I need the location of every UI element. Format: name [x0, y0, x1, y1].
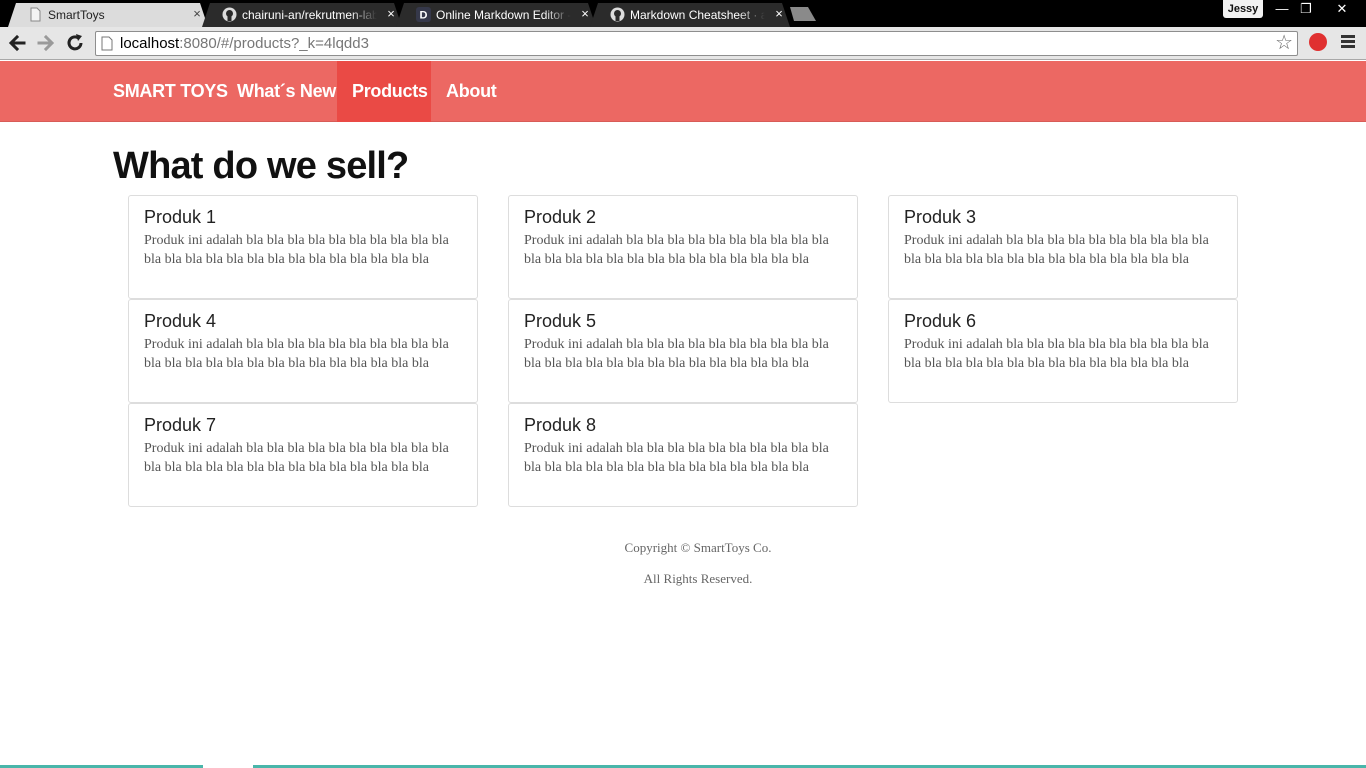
tab-title: Markdown Cheatsheet · adam-p [630, 8, 765, 22]
product-name: Produk 5 [524, 311, 597, 331]
github-icon [222, 7, 237, 22]
product-card[interactable]: Produk 3 Produk ini adalah bla bla bla b… [888, 195, 1238, 299]
github-icon [610, 7, 625, 22]
product-description: Produk ini adalah bla bla bla bla bla bl… [144, 337, 449, 371]
browser-tab-strip: SmartToys × chairuni-an/rekrutmen-lab × … [0, 0, 1366, 27]
browser-tab-dillinger[interactable]: D Online Markdown Editor - Dillinger × [396, 3, 596, 27]
product-description: Produk ini adalah bla bla bla bla bla bl… [904, 337, 1209, 371]
address-bar[interactable]: localhost:8080/#/products?_k=4lqdd3 ☆ [95, 31, 1298, 56]
product-name: Produk 2 [524, 207, 597, 227]
site-navbar: SMART TOYS What´s New Products About [0, 61, 1366, 122]
page-icon [101, 36, 113, 51]
product-card[interactable]: Produk 1 Produk ini adalah bla bla bla b… [128, 195, 478, 299]
browser-tab-markdown-cheatsheet[interactable]: Markdown Cheatsheet · adam-p × [590, 3, 790, 27]
footer-copyright: Copyright © SmartToys Co. [624, 540, 772, 555]
product-name: Produk 1 [144, 207, 217, 227]
tab-title: Online Markdown Editor - Dillinger [436, 8, 571, 22]
product-card[interactable]: Produk 5 Produk ini adalah bla bla bla b… [508, 299, 858, 403]
back-arrow-icon[interactable] [6, 32, 28, 54]
url-text: localhost:8080/#/products?_k=4lqdd3 [120, 36, 369, 52]
product-description: Produk ini adalah bla bla bla bla bla bl… [144, 441, 449, 475]
product-card[interactable]: Produk 7 Produk ini adalah bla bla bla b… [128, 403, 478, 507]
dillinger-icon: D [416, 7, 431, 22]
product-description: Produk ini adalah bla bla bla bla bla bl… [524, 337, 829, 371]
browser-tab-smarttoys[interactable]: SmartToys × [8, 3, 208, 27]
product-description: Produk ini adalah bla bla bla bla bla bl… [144, 233, 449, 267]
browser-toolbar: localhost:8080/#/products?_k=4lqdd3 ☆ [0, 27, 1366, 60]
minimize-icon[interactable]: — [1271, 0, 1293, 18]
product-card[interactable]: Produk 2 Produk ini adalah bla bla bla b… [508, 195, 858, 299]
page-icon [30, 7, 41, 22]
tab-close-icon[interactable]: × [773, 6, 785, 22]
reload-icon[interactable] [64, 32, 86, 54]
product-description: Produk ini adalah bla bla bla bla bla bl… [524, 441, 829, 475]
tab-title: chairuni-an/rekrutmen-lab [242, 8, 377, 22]
product-name: Produk 4 [144, 311, 217, 331]
brand-link[interactable]: SMART TOYS [98, 61, 243, 122]
product-name: Produk 7 [144, 415, 217, 435]
restore-icon[interactable]: ❐ [1295, 0, 1317, 18]
product-description: Produk ini adalah bla bla bla bla bla bl… [904, 233, 1209, 267]
page-title: What do we sell? [113, 145, 409, 187]
new-tab-button[interactable] [786, 7, 816, 21]
bookmark-star-icon[interactable]: ☆ [1275, 32, 1293, 55]
product-name: Produk 3 [904, 207, 977, 227]
product-name: Produk 6 [904, 311, 977, 331]
product-card[interactable]: Produk 4 Produk ini adalah bla bla bla b… [128, 299, 478, 403]
footer-rights: All Rights Reserved. [643, 571, 753, 586]
product-card[interactable]: Produk 6 Produk ini adalah bla bla bla b… [888, 299, 1238, 403]
extension-icon[interactable] [1309, 33, 1327, 51]
product-card[interactable]: Produk 8 Produk ini adalah bla bla bla b… [508, 403, 858, 507]
tab-title: SmartToys [48, 8, 105, 22]
forward-arrow-icon[interactable] [35, 32, 57, 54]
url-path: :8080/#/products?_k=4lqdd3 [179, 35, 369, 52]
product-description: Produk ini adalah bla bla bla bla bla bl… [524, 233, 829, 267]
chrome-menu-icon[interactable] [1341, 35, 1355, 49]
nav-link-products[interactable]: Products [337, 61, 431, 122]
nav-link-about[interactable]: About [431, 61, 511, 122]
product-name: Produk 8 [524, 415, 597, 435]
svg-text:D: D [420, 10, 428, 22]
url-host: localhost [120, 35, 180, 52]
browser-tab-github-repo[interactable]: chairuni-an/rekrutmen-lab × [202, 3, 402, 27]
close-window-icon[interactable]: ✕ [1320, 0, 1364, 18]
nav-link-whats-new[interactable]: What´s New [222, 61, 351, 122]
profile-button[interactable]: Jessy [1223, 0, 1263, 18]
